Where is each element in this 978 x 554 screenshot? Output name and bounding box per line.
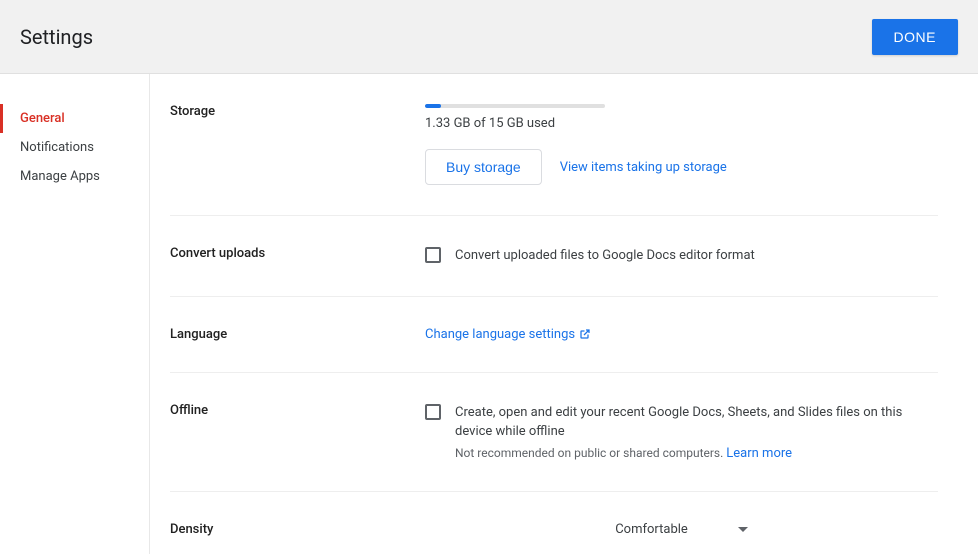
sidebar-item-label: General	[20, 111, 65, 126]
change-language-link[interactable]: Change language settings	[425, 327, 591, 342]
section-content: Change language settings	[425, 327, 938, 342]
settings-body: General Notifications Manage Apps Storag…	[0, 74, 978, 554]
done-button[interactable]: DONE	[872, 19, 958, 55]
section-storage: Storage 1.33 GB of 15 GB used Buy storag…	[170, 104, 938, 216]
section-language: Language Change language settings	[170, 327, 938, 373]
storage-usage-text: 1.33 GB of 15 GB used	[425, 116, 938, 131]
offline-learn-more-link[interactable]: Learn more	[726, 446, 792, 461]
section-offline: Offline Create, open and edit your recen…	[170, 403, 938, 492]
storage-actions-row: Buy storage View items taking up storage	[425, 149, 938, 185]
offline-checkbox-label: Create, open and edit your recent Google…	[455, 403, 938, 442]
storage-progress-bar	[425, 104, 605, 108]
section-label: Language	[170, 327, 425, 342]
view-storage-items-link[interactable]: View items taking up storage	[560, 160, 727, 175]
section-label: Storage	[170, 104, 425, 185]
offline-helper-prefix: Not recommended on public or shared comp…	[455, 446, 726, 460]
section-label: Density	[170, 522, 425, 537]
sidebar-item-manage-apps[interactable]: Manage Apps	[0, 162, 149, 191]
section-content: Convert uploaded files to Google Docs ed…	[425, 246, 938, 266]
sidebar: General Notifications Manage Apps	[0, 74, 150, 554]
sidebar-item-label: Notifications	[20, 140, 94, 155]
convert-uploads-checkbox[interactable]	[425, 247, 441, 263]
section-label: Convert uploads	[170, 246, 425, 266]
storage-progress-fill	[425, 104, 441, 108]
density-value: Comfortable	[615, 522, 688, 537]
buy-storage-button[interactable]: Buy storage	[425, 149, 542, 185]
convert-uploads-label: Convert uploaded files to Google Docs ed…	[455, 246, 755, 266]
settings-main: Storage 1.33 GB of 15 GB used Buy storag…	[150, 74, 978, 554]
settings-header: Settings DONE	[0, 0, 978, 74]
offline-checkbox[interactable]	[425, 404, 441, 420]
chevron-down-icon	[738, 527, 748, 532]
page-title: Settings	[20, 25, 93, 49]
section-content: Create, open and edit your recent Google…	[425, 403, 938, 461]
section-content: 1.33 GB of 15 GB used Buy storage View i…	[425, 104, 938, 185]
sidebar-item-general[interactable]: General	[0, 104, 149, 133]
convert-checkbox-row: Convert uploaded files to Google Docs ed…	[425, 246, 938, 266]
external-link-icon	[579, 328, 591, 340]
offline-helper-text: Not recommended on public or shared comp…	[455, 446, 938, 461]
sidebar-item-notifications[interactable]: Notifications	[0, 133, 149, 162]
section-convert-uploads: Convert uploads Convert uploaded files t…	[170, 246, 938, 297]
change-language-label: Change language settings	[425, 327, 575, 342]
density-select[interactable]: Comfortable	[552, 522, 812, 537]
sidebar-item-label: Manage Apps	[20, 169, 100, 184]
offline-text-block: Create, open and edit your recent Google…	[455, 403, 938, 461]
offline-checkbox-row: Create, open and edit your recent Google…	[425, 403, 938, 461]
section-content: Comfortable	[425, 522, 938, 537]
section-label: Offline	[170, 403, 425, 461]
section-density: Density Comfortable	[170, 522, 938, 554]
